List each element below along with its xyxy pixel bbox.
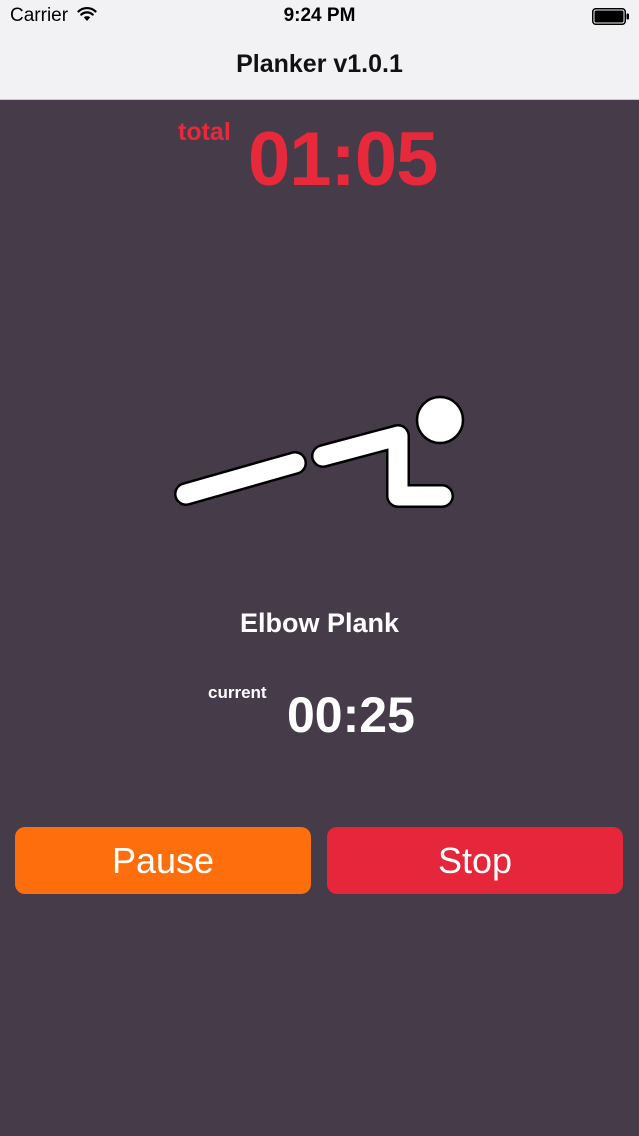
battery-icon: [592, 8, 630, 30]
total-time: 01:05: [248, 117, 438, 202]
status-time: 9:24 PM: [283, 5, 356, 26]
status-bar: Carrier 9:24 PM: [0, 0, 639, 32]
stop-button[interactable]: Stop: [327, 827, 623, 894]
current-label: current: [208, 683, 267, 702]
app-screen: Carrier 9:24 PM Planker v1.0.1 total 01:…: [0, 0, 639, 1136]
current-time: 00:25: [287, 687, 415, 743]
elbow-plank-icon: [170, 390, 470, 525]
total-label: total: [178, 118, 231, 146]
exercise-name: Elbow Plank: [239, 608, 400, 638]
pause-button[interactable]: Pause: [15, 827, 311, 894]
page-title: Planker v1.0.1: [236, 50, 403, 78]
navigation-bar: Planker v1.0.1: [0, 32, 639, 100]
